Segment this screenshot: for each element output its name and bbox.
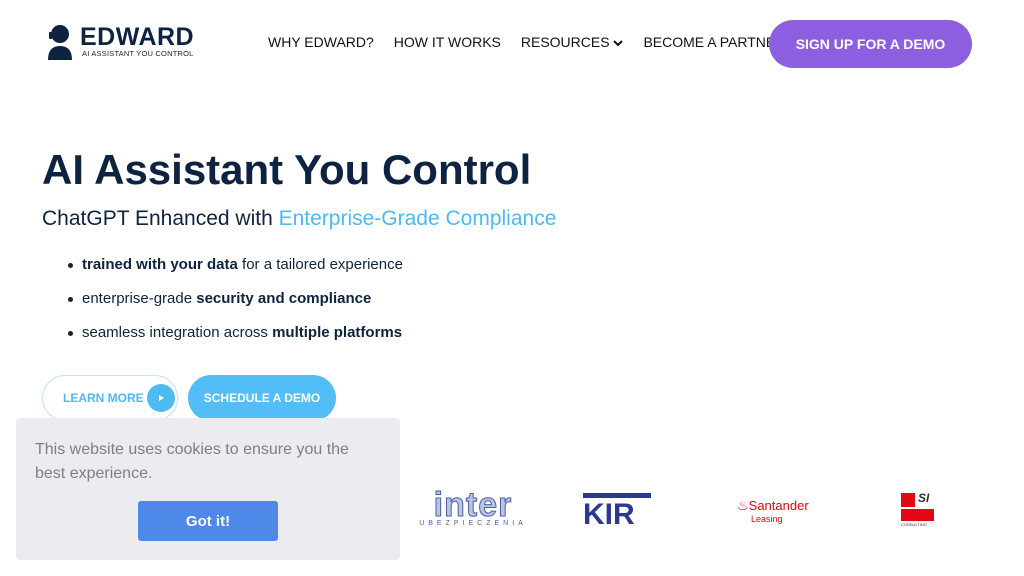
flame-icon: ♨ (737, 498, 749, 513)
nav-resources-label: RESOURCES (520, 34, 610, 50)
learn-more-button[interactable]: LEARN MORE (42, 375, 178, 421)
brand-logo[interactable]: EDWARD AI ASSISTANT YOU CONTROL (46, 22, 194, 60)
brand-tagline: AI ASSISTANT YOU CONTROL (82, 48, 194, 58)
subtitle-text: ChatGPT Enhanced with (42, 207, 279, 230)
brand-name: EDWARD (80, 22, 195, 51)
play-icon (147, 384, 175, 412)
learn-more-label: LEARN MORE (63, 391, 144, 405)
bullet-bold: security and compliance (196, 290, 372, 307)
bullet-bold: trained with your data (82, 256, 238, 273)
santander-sub: Leasing (751, 514, 783, 524)
list-item: enterprise-grade security and compliance (68, 290, 403, 324)
nav-become-partner[interactable]: BECOME A PARTNER (643, 34, 785, 50)
hero-subtitle: ChatGPT Enhanced with Enterprise-Grade C… (42, 207, 556, 231)
inter-sub: UBEZPIECZENIA (419, 520, 527, 527)
si-sub: CONSULTING (901, 522, 927, 527)
cookie-text: This website uses cookies to ensure you … (35, 441, 349, 482)
subtitle-highlight: Enterprise-Grade Compliance (278, 207, 557, 230)
partner-logo-inter: inter UBEZPIECZENIA (412, 486, 534, 528)
si-wordmark: SI (918, 491, 930, 505)
list-item: trained with your data for a tailored ex… (68, 256, 403, 290)
cookie-accept-button[interactable]: Got it! (138, 501, 278, 541)
nav-resources[interactable]: RESOURCES (521, 34, 624, 50)
page-title: AI Assistant You Control (42, 146, 532, 193)
nav-why-edward[interactable]: WHY EDWARD? (268, 34, 374, 50)
feature-list: trained with your data for a tailored ex… (68, 256, 403, 358)
main-nav: WHY EDWARD? HOW IT WORKS RESOURCES BECOM… (268, 34, 785, 50)
signup-demo-button[interactable]: SIGN UP FOR A DEMO (769, 20, 972, 68)
kir-wordmark: KIR (583, 498, 635, 531)
bullet-text: for a tailored experience (237, 256, 403, 273)
bullet-text: enterprise-grade (82, 290, 197, 307)
cookie-banner: This website uses cookies to ensure you … (16, 418, 400, 560)
chevron-down-icon (613, 40, 624, 47)
santander-name: Santander (748, 498, 809, 513)
assistant-head-icon (48, 25, 72, 60)
santander-wordmark: ♨Santander (737, 498, 809, 514)
schedule-demo-button[interactable]: SCHEDULE A DEMO (188, 375, 336, 421)
list-item: seamless integration across multiple pla… (68, 324, 403, 358)
partner-logo-santander: ♨Santander Leasing (737, 498, 809, 524)
inter-wordmark: inter (433, 486, 513, 524)
bullet-text: seamless integration across (82, 324, 273, 341)
bullet-bold: multiple platforms (272, 324, 403, 341)
nav-how-it-works[interactable]: HOW IT WORKS (394, 34, 501, 50)
partner-logo-kir: KIR (583, 493, 651, 532)
